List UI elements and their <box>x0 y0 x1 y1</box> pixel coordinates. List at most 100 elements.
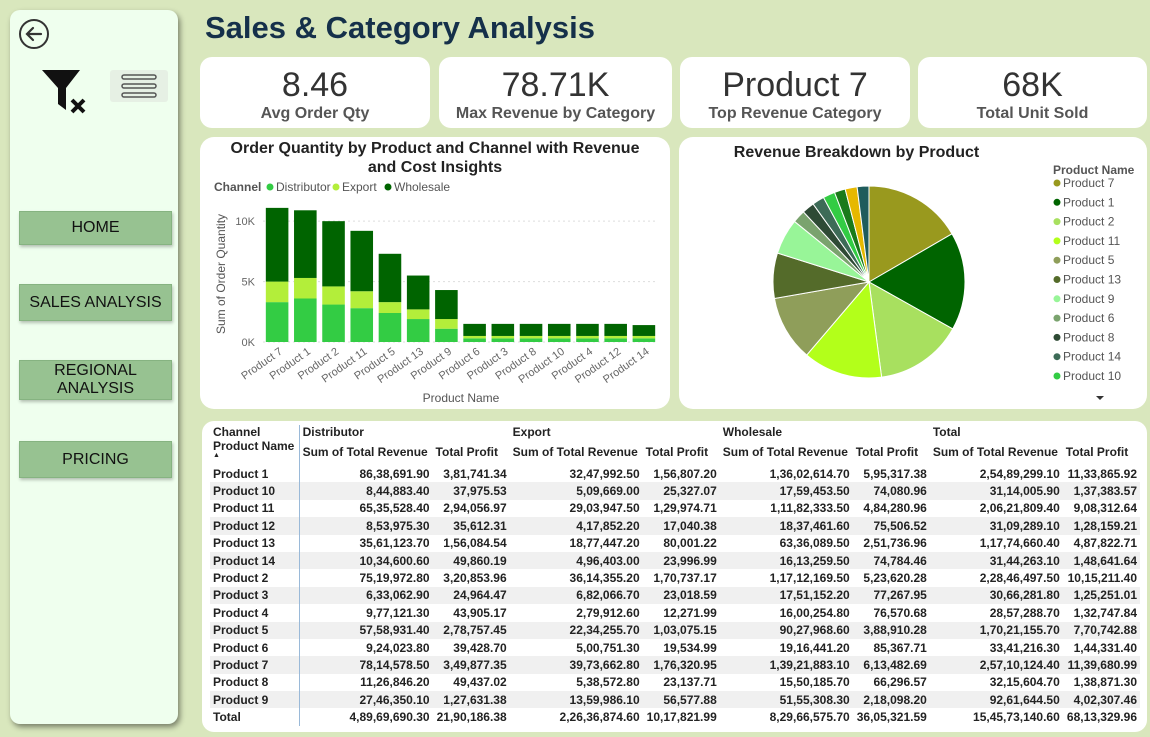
matrix-table-card: Channel Distributor Export Wholesale Tot… <box>202 421 1147 732</box>
table-row: Product 10 8,44,883.40 37,975.53 5,09,669.0… <box>210 482 1140 500</box>
column-header[interactable]: Total Profit <box>853 439 930 465</box>
column-header[interactable]: Sum of Total Revenue <box>510 439 643 465</box>
table-cell: 39,428.70 <box>453 640 507 655</box>
table-cell: 6,33,062.90 <box>298 586 433 605</box>
table-cell-product: Product 4 <box>213 605 269 620</box>
table-cell: 6,13,482.69 <box>852 656 930 674</box>
table-cell: 29,03,947.50 <box>569 501 640 516</box>
x-axis-label: Product Name <box>423 391 500 405</box>
table-cell: 57,58,931.40 <box>298 621 433 639</box>
table-cell: 37,975.53 <box>432 482 510 500</box>
table-cell-product: Product 9 <box>210 691 300 709</box>
bar-segment <box>463 335 486 339</box>
bar-segment <box>378 253 402 303</box>
table-cell: 32,47,992.50 <box>569 466 640 481</box>
table-cell: 25,327.07 <box>642 482 720 500</box>
table-cell: 4,02,307.46 <box>1062 691 1140 709</box>
menu-button[interactable] <box>110 70 168 102</box>
table-cell: 77,267.95 <box>852 586 930 605</box>
table-cell-product: Product 3 <box>210 586 300 605</box>
bar-chart: Channel Distributor Export Wholesale 0K 5K 10K… <box>214 180 658 405</box>
bar-segment <box>604 338 627 342</box>
table-cell: 12,271.99 <box>663 605 717 620</box>
table-cell: 2,54,89,299.10 <box>979 466 1060 481</box>
legend-marker <box>1053 353 1061 361</box>
legend-marker <box>1053 314 1061 322</box>
back-button[interactable] <box>18 18 50 50</box>
legend-marker <box>384 183 392 191</box>
table-cell: 36,05,321.59 <box>856 710 927 725</box>
table-cell: 6,82,066.70 <box>509 586 643 605</box>
bar-segment <box>435 328 458 342</box>
table-cell: 5,00,751.30 <box>576 640 640 655</box>
legend-marker <box>1053 237 1061 245</box>
bar-segment <box>491 323 515 336</box>
legend-marker <box>1053 295 1061 303</box>
table-cell: 76,570.68 <box>873 605 927 620</box>
bar-segment <box>547 335 571 339</box>
table-cell: 15,45,73,140.60 <box>973 710 1060 725</box>
group-header-distributor: Distributor <box>298 425 510 439</box>
bar-segment <box>519 338 543 342</box>
table-cell: 74,784.46 <box>852 551 930 570</box>
table-cell: 43,905.17 <box>453 605 507 620</box>
bar-segment <box>322 304 345 342</box>
bar-segment <box>294 298 317 342</box>
bar-segment <box>378 313 402 342</box>
legend-label: Product 9 <box>1063 292 1115 306</box>
bar-segment <box>435 290 458 320</box>
column-header[interactable]: Sum of Total Revenue <box>298 439 433 465</box>
table-cell: 31,44,263.10 <box>929 551 1063 570</box>
table-cell: 31,09,289.10 <box>929 517 1063 535</box>
nav-pricing-button[interactable]: PRICING <box>19 441 172 478</box>
table-cell: 1,70,737.17 <box>653 571 717 586</box>
nav-home-button[interactable]: HOME <box>19 211 172 245</box>
bar-segment <box>519 335 543 339</box>
kpi-value: 68K <box>1002 66 1063 104</box>
table-cell-product: Product 12 <box>210 517 300 535</box>
bar-segment <box>265 302 289 342</box>
bar-segment <box>294 210 317 278</box>
table-cell-product: Product 11 <box>213 501 275 516</box>
legend-label: Export <box>342 180 377 194</box>
row-header-product-name[interactable]: Product Name ▲ <box>210 439 299 465</box>
table-cell: 16,13,259.50 <box>719 551 853 570</box>
bar-segment <box>406 319 430 342</box>
table-cell: 4,84,280.96 <box>863 501 927 516</box>
nav-regional-analysis-button[interactable]: REGIONAL ANALYSIS <box>19 360 172 400</box>
legend-title: Product Name <box>1053 163 1135 177</box>
table-cell: 35,612.31 <box>432 517 510 535</box>
table-row: Product 5 57,58,931.40 2,78,757.45 22,34,25… <box>210 621 1140 639</box>
pie-chart-card: Revenue Breakdown by Product Product Nam… <box>679 137 1147 409</box>
clear-filter-button[interactable] <box>40 68 90 114</box>
table-cell-product: Product 6 <box>213 640 269 655</box>
table-row: Product 6 9,24,023.80 39,428.70 5,00,751.30… <box>210 638 1140 657</box>
column-header[interactable]: Total Profit <box>433 439 510 465</box>
table-cell: 5,23,620.28 <box>863 571 927 586</box>
table-cell: 17,51,152.20 <box>719 586 853 605</box>
table-cell: 5,09,669.00 <box>509 482 643 500</box>
legend-title: Channel <box>214 180 261 194</box>
column-header[interactable]: Sum of Total Revenue <box>930 439 1063 465</box>
legend-label: Product 13 <box>1063 273 1121 287</box>
nav-sales-analysis-button[interactable]: SALES ANALYSIS <box>19 284 172 321</box>
bar-segment <box>463 323 486 336</box>
row-header-channel: Channel <box>213 425 261 439</box>
column-header[interactable]: Total Profit <box>1063 439 1140 465</box>
table-cell: 17,59,453.50 <box>719 482 853 500</box>
legend-label: Product 11 <box>1063 234 1120 248</box>
table-row: Product 2 75,19,972.80 3,20,853.96 36,14,35… <box>210 569 1140 587</box>
table-cell: 10,34,600.60 <box>298 551 433 570</box>
bar-segment <box>322 221 345 287</box>
column-header[interactable]: Sum of Total Revenue <box>720 439 853 465</box>
table-cell: 30,66,281.80 <box>929 586 1063 605</box>
table-cell: 1,27,631.38 <box>432 691 510 709</box>
column-header[interactable]: Total Profit <box>643 439 720 465</box>
table-row: Product 12 8,53,975.30 35,612.31 4,17,852.2… <box>210 517 1140 535</box>
bar-segment <box>406 275 430 310</box>
table-cell: 2,51,736.96 <box>863 536 927 551</box>
table-cell: 86,38,691.90 <box>298 465 433 483</box>
table-cell: 1,11,82,333.50 <box>770 501 850 516</box>
kpi-label: Avg Order Qty <box>260 105 370 122</box>
bar-segment <box>491 338 515 342</box>
